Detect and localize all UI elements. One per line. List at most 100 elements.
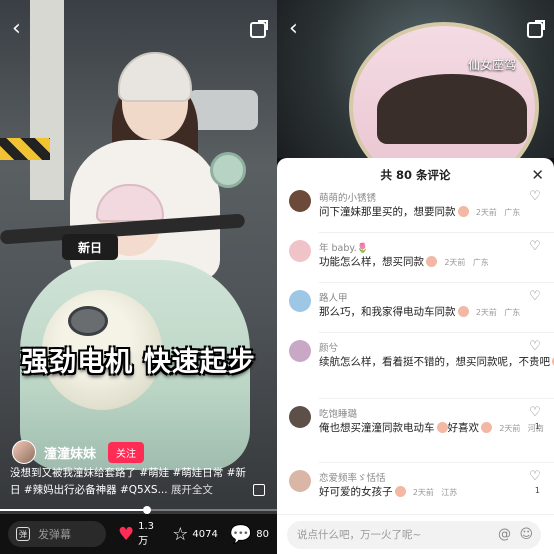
comment-time: 2天前 (499, 424, 521, 433)
comment-time: 2天前 (444, 258, 466, 267)
comment-body: 俺也想买潼潼同款电动车 好喜欢 2天前 河南 (319, 420, 544, 435)
comment-author[interactable]: 路人甲 (319, 290, 348, 304)
comment-count: 80 (256, 528, 269, 540)
follow-button[interactable]: 关注 (108, 441, 145, 463)
danmu-placeholder: 发弹幕 (38, 528, 71, 541)
comment-body: 功能怎么样，想买同款 2天前 广东 (319, 254, 489, 269)
comment-time: 2天前 (412, 488, 434, 497)
author-row: 潼潼妹妹 关注 (12, 440, 145, 464)
author-name[interactable]: 潼潼妹妹 (44, 443, 96, 462)
comment-input-placeholder: 说点什么吧，万一火了呢~ (297, 529, 422, 541)
progress-knob[interactable] (142, 506, 151, 514)
comment-panel-title: 共 80 条评论 (380, 168, 451, 182)
comment-like-count: 1 (534, 422, 540, 431)
comment-author[interactable]: 吃饱睡璐 (319, 406, 357, 420)
video-description: 没想到又被我潼妹给套路了 #萌娃 #萌娃日常 #新日 #辣妈出行必备神器 #Q5… (10, 465, 250, 499)
heart-outline-icon[interactable]: ♡ (528, 406, 542, 420)
chevron-left-icon[interactable]: ‹ (289, 18, 298, 40)
comment-input-bar: 说点什么吧，万一火了呢~ @ ☺ (277, 514, 554, 554)
heart-outline-icon[interactable]: ♡ (528, 190, 542, 204)
expand-link[interactable]: 展开全文 (171, 484, 213, 496)
comment-author[interactable]: 年 baby.🌷 (319, 240, 369, 254)
comment-time: 2天前 (475, 208, 497, 217)
emoji-sticker (394, 486, 406, 497)
avatar[interactable] (289, 240, 311, 262)
comment-time: 2天前 (475, 308, 497, 317)
comment-location: 江苏 (441, 488, 458, 497)
comment-icon: 💬 (229, 523, 253, 545)
heart-outline-icon[interactable]: ♡ (528, 290, 542, 304)
heart-outline-icon[interactable]: ♡ (528, 340, 542, 354)
danmu-icon: 弹 (16, 527, 30, 541)
warning-stripe (0, 138, 50, 160)
parking-pillar (30, 0, 64, 200)
avatar[interactable] (289, 290, 311, 312)
comment-location: 广东 (504, 308, 521, 317)
comment-input[interactable]: 说点什么吧，万一火了呢~ @ ☺ (287, 520, 541, 549)
comment-author[interactable]: 恋爱频率ゞ恬恬 (319, 470, 386, 484)
progress-bar[interactable] (0, 506, 277, 514)
parked-car (188, 90, 258, 130)
comment-text-suffix: 好喜欢 (447, 422, 480, 434)
heart-outline-icon[interactable]: ♡ (528, 470, 542, 484)
comment-screen-right: 仙女座驾 ‹ 共 80 条评论 ✕ 萌萌的小锈锈 问下潼妹那里买的，想要同款 2… (277, 0, 554, 554)
comment-author[interactable]: 萌萌的小锈锈 (319, 190, 376, 204)
comment-divider (319, 282, 554, 283)
comment-text: 好可爱的女孩子 (319, 486, 393, 498)
star-icon: ☆ (172, 523, 189, 545)
comment-body: 好可爱的女孩子 2天前 江苏 (319, 484, 457, 499)
comment-divider (319, 232, 554, 233)
video-caption: 强劲电机 快速起步 (21, 347, 256, 378)
helmet-visor (377, 74, 527, 144)
emoji-sticker (436, 422, 448, 433)
scooter-mirror (210, 152, 246, 188)
avatar[interactable] (12, 440, 36, 464)
comment-button[interactable]: 💬 80 (230, 524, 269, 545)
emoji-sticker (457, 306, 469, 317)
comment-panel: 共 80 条评论 ✕ 萌萌的小锈锈 问下潼妹那里买的，想要同款 2天前 广东 ♡… (277, 158, 554, 554)
chevron-left-icon[interactable]: ‹ (12, 18, 21, 40)
like-button[interactable]: ♥ 1.3万 (118, 521, 160, 547)
comment-author[interactable]: 颜兮 (319, 340, 338, 354)
comment-text: 功能怎么样，想买同款 (319, 256, 424, 268)
favorite-count: 4074 (192, 528, 218, 540)
comment-body: 续航怎么样，看着挺不错的，想买同款呢，不贵吧 2天前 广东 (319, 354, 554, 369)
comment-location: 广东 (504, 208, 521, 217)
avatar[interactable] (289, 190, 311, 212)
comment-like-count: 1 (534, 486, 540, 495)
scooter-headlight (68, 306, 108, 336)
heart-icon: ♥ (117, 523, 135, 545)
overlay-text: 仙女座驾 (467, 58, 516, 72)
external-share-icon[interactable] (250, 20, 268, 38)
emoji-icon[interactable]: ☺ (519, 527, 533, 542)
comment-body: 问下潼妹那里买的，想要同款 2天前 广东 (319, 204, 520, 219)
favorite-button[interactable]: ☆ 4074 (172, 524, 218, 545)
avatar[interactable] (289, 470, 311, 492)
fullscreen-icon[interactable] (253, 484, 265, 496)
comment-location: 广东 (472, 258, 489, 267)
scooter-brand-plate: 新日 (62, 234, 118, 260)
rider-helmet (118, 52, 192, 102)
at-icon[interactable]: @ (498, 527, 511, 542)
comment-text: 问下潼妹那里买的，想要同款 (319, 206, 456, 218)
danmu-input[interactable]: 弹 发弹幕 (8, 521, 106, 547)
external-share-icon[interactable] (527, 20, 545, 38)
comment-text: 续航怎么样，看着挺不错的，想买同款呢，不贵吧 (319, 356, 550, 368)
emoji-sticker (481, 422, 492, 433)
comment-text: 那么巧，和我家得电动车同款 (319, 306, 456, 318)
close-icon[interactable]: ✕ (531, 166, 544, 184)
avatar[interactable] (289, 406, 311, 428)
comment-divider (319, 462, 554, 463)
comment-divider (319, 332, 554, 333)
heart-outline-icon[interactable]: ♡ (528, 240, 542, 254)
bottom-action-bar: 弹 发弹幕 ♥ 1.3万 ☆ 4074 💬 80 (0, 514, 277, 554)
video-preview[interactable]: 仙女座驾 ‹ (277, 0, 554, 158)
comment-panel-header: 共 80 条评论 ✕ (277, 158, 554, 192)
comment-divider (319, 398, 554, 399)
video-player-left[interactable]: 新日 强劲电机 快速起步 ‹ 潼潼妹妹 关注 没想到又被我潼妹给套路了 #萌娃 … (0, 0, 277, 554)
emoji-sticker (457, 206, 469, 217)
comment-text: 俺也想买潼潼同款电动车 (319, 422, 435, 434)
comment-body: 那么巧，和我家得电动车同款 2天前 广东 (319, 304, 520, 319)
like-count: 1.3万 (138, 521, 155, 547)
avatar[interactable] (289, 340, 311, 362)
